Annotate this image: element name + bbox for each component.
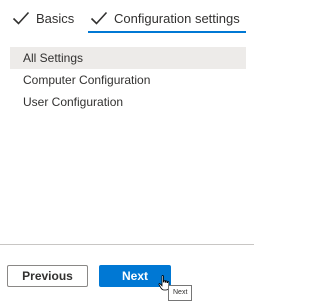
active-tab-indicator: [88, 31, 246, 33]
tab-configuration-settings-label: Configuration settings: [114, 10, 240, 26]
previous-button[interactable]: Previous: [7, 265, 88, 287]
checkmark-icon: [90, 11, 108, 25]
settings-menu: All Settings Computer Configuration User…: [10, 47, 246, 113]
tab-configuration-settings[interactable]: Configuration settings: [90, 6, 240, 30]
menu-item-all-settings[interactable]: All Settings: [10, 47, 246, 69]
tab-basics[interactable]: Basics: [12, 6, 74, 30]
menu-item-user-configuration[interactable]: User Configuration: [10, 91, 246, 113]
footer-divider: [0, 244, 254, 245]
wizard-tabs: Basics Configuration settings: [0, 0, 254, 34]
menu-item-computer-configuration[interactable]: Computer Configuration: [10, 69, 246, 91]
checkmark-icon: [12, 11, 30, 25]
tab-basics-label: Basics: [36, 10, 75, 26]
next-tooltip: Next: [168, 285, 193, 301]
